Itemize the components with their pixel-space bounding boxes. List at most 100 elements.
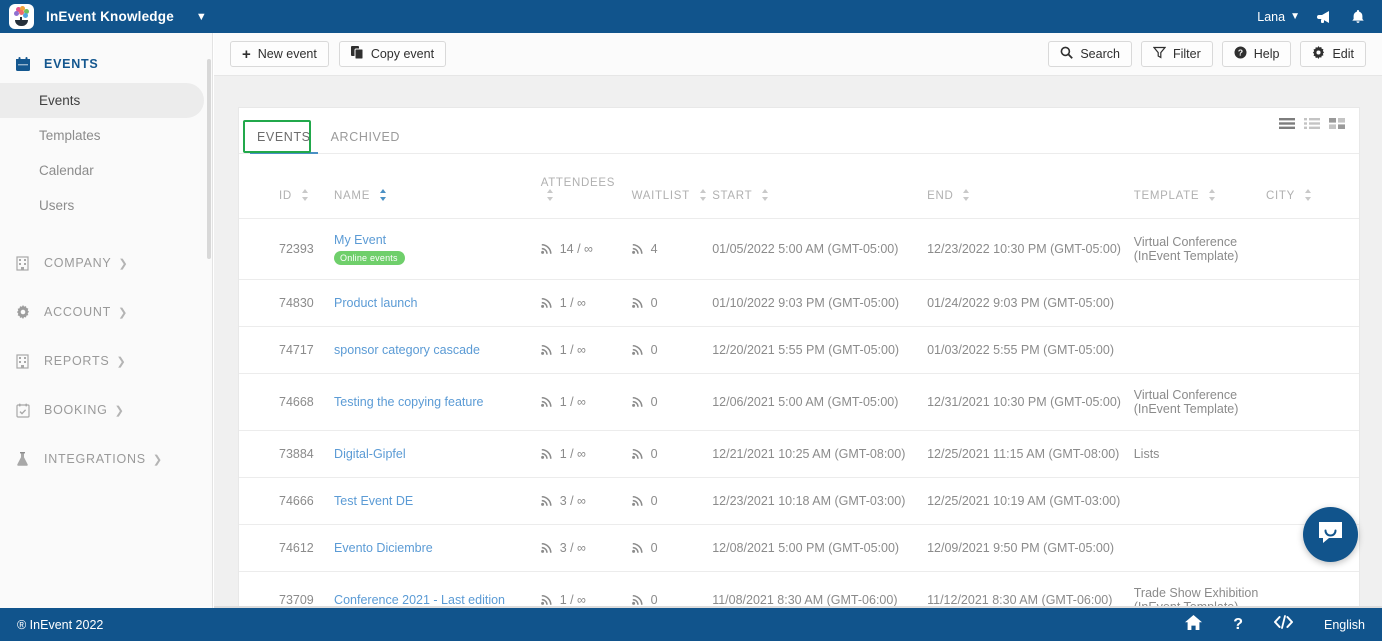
event-name-link[interactable]: Testing the copying feature	[334, 395, 541, 409]
cell-template	[1133, 279, 1266, 327]
filter-label: Filter	[1172, 47, 1201, 61]
column-header-template[interactable]: TEMPLATE	[1134, 154, 1266, 219]
table-row[interactable]: 74668 Testing the copying feature 1 / ∞ 0 12…	[239, 373, 1359, 431]
cell-attendees: 3 / ∞	[540, 524, 632, 572]
signal-icon	[540, 395, 554, 410]
table-row[interactable]: 74666 Test Event DE 3 / ∞ 0 12/23/2021 10:18…	[239, 477, 1359, 525]
chevron-down-icon[interactable]: ▼	[196, 11, 207, 23]
sort-icon	[301, 189, 309, 201]
tab-archived[interactable]: ARCHIVED	[321, 130, 410, 153]
sidebar-item-calendar[interactable]: Calendar	[0, 153, 204, 188]
home-icon[interactable]	[1185, 614, 1203, 635]
cell-end: 01/03/2022 5:55 PM (GMT-05:00)	[927, 326, 1134, 374]
code-icon[interactable]	[1274, 615, 1293, 634]
cell-waitlist: 0	[631, 326, 713, 374]
table-row[interactable]: 74830 Product launch 1 / ∞ 0 01/10/2022 9:03…	[239, 279, 1359, 327]
sort-icon	[762, 189, 769, 201]
sidebar-section-reports[interactable]: REPORTS ❯	[0, 342, 212, 380]
calendar-icon	[16, 56, 33, 72]
new-event-button[interactable]: + New event	[230, 41, 329, 67]
sidebar-section-events[interactable]: EVENTS	[0, 45, 212, 83]
cell-name: Digital-Gipfel	[334, 430, 541, 478]
sidebar-section-booking[interactable]: BOOKING ❯	[0, 391, 212, 429]
cell-end: 12/23/2022 10:30 PM (GMT-05:00)	[927, 218, 1134, 280]
user-menu[interactable]: Lana ▼	[1257, 10, 1300, 24]
edit-button[interactable]: Edit	[1300, 41, 1366, 67]
column-header-end[interactable]: END	[927, 154, 1134, 219]
column-header-waitlist[interactable]: WAITLIST	[632, 154, 713, 219]
cell-name: Testing the copying feature	[334, 373, 541, 431]
sidebar-item-users[interactable]: Users	[0, 188, 204, 223]
sidebar-section-integrations[interactable]: INTEGRATIONS ❯	[0, 440, 212, 478]
help-button[interactable]: ? Help	[1221, 41, 1292, 67]
table-row[interactable]: 72393 My Event Online events 14 / ∞ 4 01/05/2…	[239, 218, 1359, 280]
search-label: Search	[1080, 47, 1120, 61]
event-name-link[interactable]: My Event	[334, 233, 541, 247]
brand-area[interactable]: InEvent Knowledge ▼	[0, 4, 207, 29]
chat-bubble-button[interactable]	[1303, 507, 1358, 562]
gear-icon	[16, 305, 33, 319]
cell-waitlist: 4	[631, 218, 713, 280]
cell-template	[1133, 524, 1266, 572]
column-header-attendees[interactable]: ATTENDEES	[541, 154, 632, 219]
tab-events[interactable]: EVENTS	[247, 130, 321, 154]
status-badge: Online events	[334, 251, 405, 265]
cell-attendees: 1 / ∞	[540, 373, 632, 431]
cell-id: 74668	[239, 373, 335, 431]
table-row[interactable]: 74717 sponsor category cascade 1 / ∞ 0 12/20…	[239, 326, 1359, 374]
user-name: Lana	[1257, 9, 1286, 24]
question-mark-icon[interactable]: ?	[1233, 616, 1243, 633]
event-name-link[interactable]: Digital-Gipfel	[334, 447, 541, 461]
cell-name: Product launch	[334, 279, 541, 327]
cell-end: 12/31/2021 10:30 PM (GMT-05:00)	[927, 373, 1134, 431]
search-button[interactable]: Search	[1048, 41, 1132, 67]
column-header-id[interactable]: ID	[239, 154, 334, 219]
event-name-link[interactable]: Test Event DE	[334, 494, 541, 508]
signal-icon	[540, 343, 554, 358]
language-selector[interactable]: English	[1324, 618, 1365, 632]
grid-view-icon[interactable]	[1329, 117, 1345, 135]
cell-template	[1133, 477, 1266, 525]
template-origin: (InEvent Template)	[1133, 402, 1239, 416]
column-header-start[interactable]: START	[712, 154, 927, 219]
question-circle-icon: ?	[1234, 46, 1247, 62]
sidebar-scrollbar[interactable]	[207, 59, 211, 259]
top-bar-actions: Lana ▼	[1257, 9, 1382, 25]
table-row[interactable]: 74612 Evento Diciembre 3 / ∞ 0 12/08/2021 5:…	[239, 524, 1359, 572]
signal-icon	[631, 541, 645, 556]
cell-name: Conference 2021 - Last edition	[334, 571, 541, 608]
chat-bubble-icon	[1317, 520, 1344, 550]
event-name-link[interactable]: Evento Diciembre	[334, 541, 541, 555]
megaphone-icon[interactable]	[1317, 10, 1334, 24]
cell-id: 73884	[239, 430, 335, 478]
table-row[interactable]: 73884 Digital-Gipfel 1 / ∞ 0 12/21/2021 10:2…	[239, 430, 1359, 478]
sidebar-section-label: INTEGRATIONS	[44, 452, 146, 466]
filter-button[interactable]: Filter	[1140, 41, 1213, 67]
template-origin: (InEvent Template)	[1133, 249, 1239, 263]
bell-icon[interactable]	[1351, 9, 1365, 25]
cell-start: 12/21/2021 10:25 AM (GMT-08:00)	[712, 430, 928, 478]
cell-id: 74830	[239, 279, 335, 327]
sidebar-section-label: COMPANY	[44, 256, 112, 270]
sidebar-section-company[interactable]: COMPANY ❯	[0, 244, 212, 282]
column-header-name[interactable]: NAME	[334, 154, 541, 219]
event-name-link[interactable]: Conference 2021 - Last edition	[334, 593, 541, 607]
event-name-link[interactable]: Product launch	[334, 296, 541, 310]
footer-actions: ? English	[1185, 614, 1365, 635]
event-name-link[interactable]: sponsor category cascade	[334, 343, 541, 357]
template-name: Virtual Conference	[1133, 235, 1238, 249]
copy-event-button[interactable]: Copy event	[338, 41, 447, 67]
list-view-icon[interactable]	[1279, 117, 1295, 135]
cell-end: 12/09/2021 9:50 PM (GMT-05:00)	[927, 524, 1134, 572]
column-header-city[interactable]: CITY	[1266, 154, 1359, 219]
sidebar-item-templates[interactable]: Templates	[0, 118, 204, 153]
column-label: ATTENDEES	[540, 177, 616, 189]
plus-icon: +	[242, 45, 251, 63]
sidebar-item-events[interactable]: Events	[0, 83, 204, 118]
copy-icon	[350, 46, 364, 62]
chevron-right-icon: ❯	[118, 306, 128, 319]
detail-list-view-icon[interactable]	[1304, 117, 1320, 135]
table-row[interactable]: 73709 Conference 2021 - Last edition 1 / ∞…	[239, 571, 1359, 608]
sidebar-section-account[interactable]: ACCOUNT ❯	[0, 293, 212, 331]
chevron-right-icon: ❯	[118, 257, 128, 270]
